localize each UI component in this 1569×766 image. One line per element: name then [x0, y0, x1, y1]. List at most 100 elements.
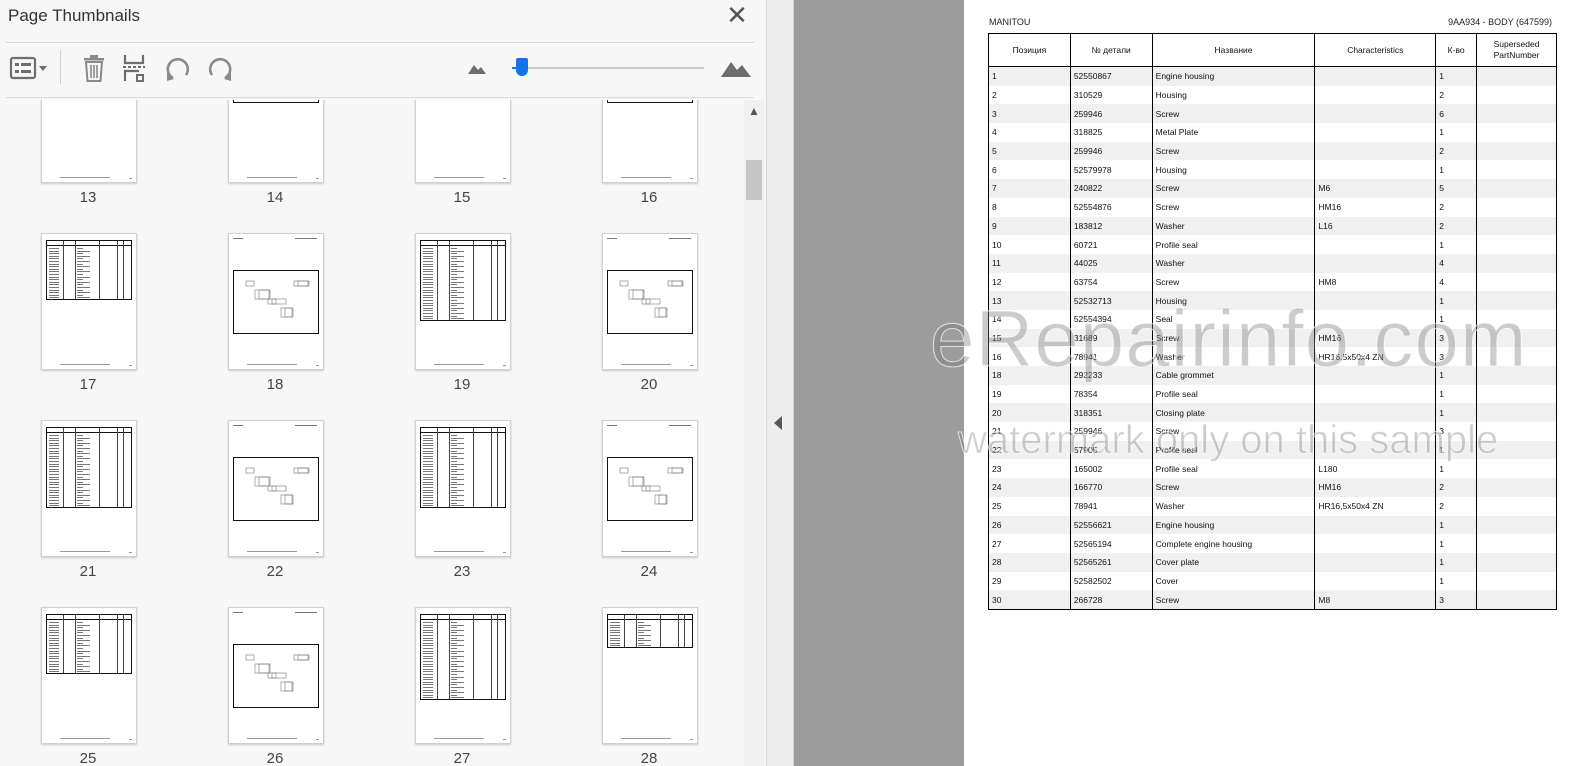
insert-page-icon[interactable]: [119, 52, 151, 84]
table-cell: HR16,5x50x4 ZN: [1314, 496, 1436, 516]
table-cell: 24: [988, 478, 1071, 497]
table-cell: 6: [1435, 104, 1477, 124]
table-cell: 2: [1435, 216, 1477, 236]
page-thumbnail[interactable]: [228, 607, 324, 744]
scroll-up-icon[interactable]: ▲: [744, 104, 764, 120]
table-cell: Screw: [1151, 141, 1315, 161]
table-cell: [1476, 534, 1557, 553]
page-thumbnail[interactable]: [41, 233, 137, 370]
rotate-clockwise-icon[interactable]: [204, 52, 236, 84]
table-row: 19 78354 Profile seal 1: [988, 384, 1557, 404]
table-cell: 27: [988, 534, 1071, 553]
table-cell: 2: [988, 85, 1071, 105]
table-cell: 52565261: [1069, 552, 1153, 572]
table-cell: [1476, 85, 1557, 105]
page-number: 18: [266, 376, 284, 393]
table-cell: 2: [1435, 478, 1477, 497]
table-cell: [1314, 141, 1436, 161]
page-thumbnail[interactable]: [41, 420, 137, 557]
table-cell: [1476, 197, 1557, 217]
page-thumbnail[interactable]: [602, 100, 698, 183]
page-thumbnail[interactable]: [415, 100, 511, 183]
page-thumbnail[interactable]: [415, 607, 511, 744]
table-cell: 1: [1435, 571, 1477, 591]
watermark-main: eRepairinfo.com: [930, 294, 1528, 384]
page-thumbnail[interactable]: [228, 233, 324, 370]
thumbnail-options-icon[interactable]: [6, 52, 50, 84]
collapse-arrow-icon[interactable]: [774, 416, 782, 430]
table-cell: M8: [1314, 590, 1436, 610]
table-cell: 60721: [1069, 235, 1153, 254]
zoom-slider-thumb[interactable]: [515, 58, 528, 76]
table-cell: 28: [988, 552, 1071, 572]
table-row: 2 310529 Housing 2: [988, 85, 1557, 105]
page-thumbnail[interactable]: [41, 100, 137, 183]
table-cell: [1314, 104, 1436, 124]
column-header: Название: [1151, 33, 1315, 67]
page-thumbnail[interactable]: [415, 233, 511, 370]
table-row: 30 266728 Screw M8 3: [988, 590, 1557, 610]
column-header: Characteristics: [1314, 33, 1436, 67]
table-cell: [1314, 66, 1436, 86]
table-cell: 2: [1435, 85, 1477, 105]
small-mountain-icon[interactable]: [464, 52, 490, 84]
table-cell: [1476, 123, 1557, 142]
table-cell: 5: [988, 141, 1071, 161]
table-cell: Washer: [1151, 216, 1315, 236]
page-number: 15: [453, 189, 471, 206]
table-cell: 318825: [1069, 123, 1153, 142]
table-cell: 5: [1435, 179, 1477, 198]
close-icon[interactable]: ✕: [724, 2, 750, 28]
page-thumbnail[interactable]: [602, 607, 698, 744]
table-row: 10 60721 Profile seal 1: [988, 235, 1557, 254]
table-cell: Engine housing: [1151, 66, 1315, 86]
page-thumbnail[interactable]: [228, 420, 324, 557]
table-cell: Screw: [1151, 179, 1315, 198]
table-cell: 12: [988, 272, 1071, 292]
page-thumbnail[interactable]: [41, 607, 137, 744]
doc-manufacturer: MANITOU: [989, 17, 1031, 27]
table-cell: Housing: [1151, 85, 1315, 105]
table-cell: [1476, 478, 1557, 497]
page-thumbnail[interactable]: [602, 420, 698, 557]
thumbnail-table: [420, 614, 506, 700]
page-number: 13: [79, 189, 97, 206]
table-cell: 1: [1435, 552, 1477, 572]
table-cell: [1476, 253, 1557, 273]
table-cell: 9: [988, 216, 1071, 236]
table-cell: [1476, 496, 1557, 516]
table-cell: [1476, 384, 1557, 404]
table-cell: 25: [988, 496, 1071, 516]
table-cell: 7: [988, 179, 1071, 198]
page-thumbnail[interactable]: [415, 420, 511, 557]
table-cell: Screw: [1151, 590, 1315, 610]
thumbnail-table: [46, 240, 132, 300]
table-row: 5 259946 Screw 2: [988, 141, 1557, 161]
table-cell: 52565194: [1069, 534, 1153, 553]
table-cell: [1314, 123, 1436, 142]
table-row: 8 52554876 Screw HM16 2: [988, 197, 1557, 217]
table-cell: 1: [1435, 384, 1477, 404]
table-row: 26 52556621 Engine housing 1: [988, 515, 1557, 535]
table-cell: Metal Plate: [1151, 123, 1315, 142]
table-cell: HM16: [1314, 478, 1436, 497]
table-cell: 3: [988, 104, 1071, 124]
panel-collapse-divider[interactable]: [766, 0, 794, 766]
thumbnail-scrollbar[interactable]: ▲: [744, 100, 764, 766]
zoom-slider[interactable]: [512, 58, 704, 76]
scrollbar-thumb[interactable]: [746, 160, 762, 200]
table-cell: [1314, 384, 1436, 404]
table-cell: 44025: [1069, 253, 1153, 273]
table-cell: 63754: [1069, 272, 1153, 292]
thumbnail-drawing: [233, 100, 319, 103]
rotate-counterclockwise-icon[interactable]: [162, 52, 194, 84]
table-header: Позиция № детали Название Characteristics К-…: [988, 33, 1557, 67]
table-cell: [1476, 179, 1557, 198]
large-mountain-icon[interactable]: [718, 52, 754, 84]
page-number: 14: [266, 189, 284, 206]
table-cell: Washer: [1151, 253, 1315, 273]
page-thumbnail[interactable]: [228, 100, 324, 183]
delete-page-icon[interactable]: [78, 52, 110, 84]
page-thumbnail[interactable]: [602, 233, 698, 370]
page-thumbnails-panel: Page Thumbnails ✕ 13 14 15 16 17 18 19 2…: [0, 0, 766, 766]
